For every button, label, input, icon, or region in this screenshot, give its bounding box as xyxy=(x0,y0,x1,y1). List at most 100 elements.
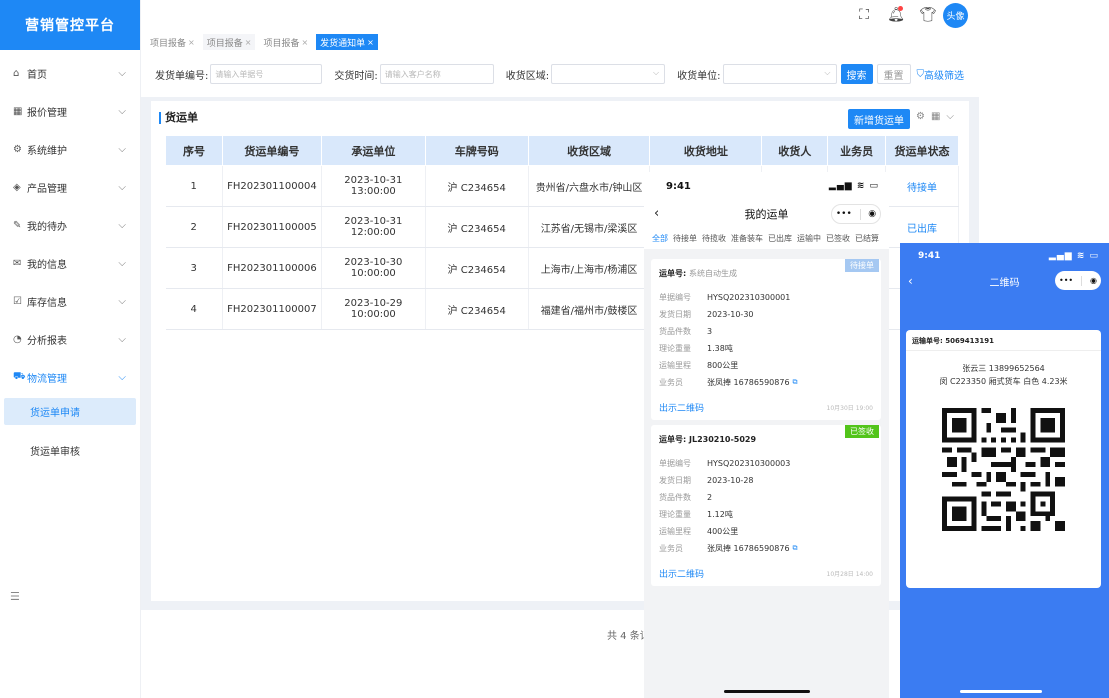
field-row: 单据编号 HYSQ202310300001 xyxy=(659,289,798,306)
chevron-down-icon: ⌵ xyxy=(118,295,126,307)
settings-icon[interactable]: ⚙ xyxy=(916,111,925,122)
tab-signed[interactable]: 已签收 xyxy=(826,233,850,244)
sidebar-item-label: 产品管理 xyxy=(27,183,67,195)
tab-in-transit[interactable]: 运输中 xyxy=(797,233,821,244)
divider xyxy=(906,350,1101,351)
cell-status[interactable]: 待接单 xyxy=(885,165,959,207)
tab-project-report[interactable]: 项目报备 × xyxy=(259,34,312,50)
copy-icon[interactable]: ⧉ xyxy=(793,378,798,387)
fullscreen-icon[interactable]: ⛶ xyxy=(855,6,873,24)
miniapp-capsule[interactable]: ••• ◉ xyxy=(831,204,881,224)
field-row: 运输里程 800公里 xyxy=(659,357,798,374)
close-icon[interactable]: × xyxy=(301,38,308,47)
cell-no: 2 xyxy=(165,206,223,248)
receiver-info: 张云三 13899652564 xyxy=(962,364,1045,373)
tab-all[interactable]: 全部 xyxy=(652,233,668,244)
tab-settled[interactable]: 已结算 xyxy=(855,233,879,244)
chevron-down-icon: ⌵ xyxy=(118,219,126,231)
phone-qr-code: 9:41 ▂▄▆ ≋ ▭ ‹ 二维码 ••• ◉ 运输单号: 506941319… xyxy=(900,243,1109,698)
bell-icon[interactable]: 🔔︎ xyxy=(887,6,905,24)
tab-project-report[interactable]: 项目报备 × xyxy=(202,34,256,50)
reset-button[interactable]: 重置 xyxy=(876,64,911,84)
filter-label: 发货单编号: xyxy=(155,70,209,82)
capsule-divider xyxy=(859,208,861,220)
field-value: 2023-10-28 xyxy=(707,476,754,485)
tab-shipped[interactable]: 已出库 xyxy=(768,233,792,244)
cell-region: 贵州省/六盘水市/钟山区 xyxy=(528,165,651,207)
field-value: HYSQ202310300001 xyxy=(707,293,791,302)
close-icon[interactable]: × xyxy=(245,38,252,47)
close-target-icon[interactable]: ◉ xyxy=(1090,276,1097,285)
filter-icon: ⛉ xyxy=(916,68,925,80)
column-header: 收货人 xyxy=(761,135,829,166)
miniapp-capsule[interactable]: ••• ◉ xyxy=(1055,271,1101,290)
close-icon[interactable]: × xyxy=(188,38,195,47)
sidebar-item-system[interactable]: ⚙ 系统维护 ⌵ xyxy=(0,130,140,168)
sidebar-item-inventory[interactable]: ☑ 库存信息 ⌵ xyxy=(0,282,140,320)
tab-project-report[interactable]: 项目报备 × xyxy=(146,34,199,50)
chevron-up-icon: ⌵ xyxy=(118,371,126,383)
advanced-filter-link[interactable]: ⛉ 高级筛选 xyxy=(917,67,965,82)
status-time: 9:41 xyxy=(666,180,691,192)
add-waybill-button[interactable]: 新增货运单 xyxy=(848,109,910,129)
shirt-icon[interactable]: 👕︎ xyxy=(919,6,937,24)
field-value: 1.12吨 xyxy=(707,510,733,519)
sidebar-item-product[interactable]: ◈ 产品管理 ⌵ xyxy=(0,168,140,206)
waybill-number: 运输单号: 5069413191 xyxy=(912,337,994,345)
sidebar-item-label: 我的信息 xyxy=(27,259,67,271)
search-button[interactable]: 搜索 xyxy=(840,64,873,84)
columns-icon[interactable]: ▦ xyxy=(931,111,940,122)
close-target-icon[interactable]: ◉ xyxy=(868,209,876,219)
tab-pending[interactable]: 待接单 xyxy=(673,233,697,244)
home-indicator xyxy=(960,690,1042,693)
tab-loading[interactable]: 准备装车 xyxy=(731,233,763,244)
sidebar-subitem-waybill-apply[interactable]: 货运单申请 xyxy=(4,398,136,425)
menu-collapse-icon[interactable]: ☰ xyxy=(10,590,20,603)
sidebar-item-messages[interactable]: ✉ 我的信息 ⌵ xyxy=(0,244,140,282)
column-header: 收货区域 xyxy=(527,135,651,166)
sidebar-item-reports[interactable]: ◔ 分析报表 ⌵ xyxy=(0,320,140,358)
sidebar-item-logistics[interactable]: ⛟ 物流管理 ⌵ xyxy=(0,358,140,396)
delivery-time-input[interactable]: 请输入客户名称 xyxy=(379,64,494,84)
field-row: 理论重量 1.12吨 xyxy=(659,506,798,523)
close-icon[interactable]: × xyxy=(367,38,374,47)
field-key: 业务员 xyxy=(659,378,683,387)
order-number-input[interactable]: 请输入单据号 xyxy=(210,64,323,84)
show-qr-link[interactable]: 出示二维码 xyxy=(659,401,704,414)
chart-icon: ◔ xyxy=(13,333,22,345)
tab-pickup[interactable]: 待揽收 xyxy=(702,233,726,244)
chevron-down-icon: ⌵ xyxy=(118,257,126,269)
phone-page-title: 二维码 xyxy=(989,277,1020,289)
sidebar-item-label: 我的待办 xyxy=(27,221,67,233)
more-icon[interactable]: ••• xyxy=(1059,276,1073,285)
tab-label: 发货通知单 xyxy=(320,38,366,49)
field-key: 理论重量 xyxy=(659,344,691,353)
waybill-card[interactable]: 运单号: JL230210-5029 已签收 单据编号 HYSQ202310300… xyxy=(651,425,881,586)
cell-status[interactable]: 已出库 xyxy=(885,206,959,248)
waybill-id-value: 系统自动生成 xyxy=(689,269,737,278)
back-icon[interactable]: ‹ xyxy=(908,274,913,288)
show-qr-link[interactable]: 出示二维码 xyxy=(659,567,704,580)
filter-bar: 发货单编号: 请输入单据号 交货时间: 请输入客户名称 收货区域: ⌵ 收货单位… xyxy=(141,51,979,97)
cell-carrier: 2023-10-29 10:00:00 xyxy=(321,288,426,330)
chevron-down-icon: ⌵ xyxy=(118,181,126,193)
copy-icon[interactable]: ⧉ xyxy=(793,544,798,553)
sidebar-item-quote[interactable]: ▦ 报价管理 ⌵ xyxy=(0,92,140,130)
tab-shipping-notice[interactable]: 发货通知单 × xyxy=(316,34,378,50)
field-value: 1.38吨 xyxy=(707,344,733,353)
cell-no: 1 xyxy=(165,165,223,207)
region-select[interactable]: ⌵ xyxy=(551,64,666,84)
home-indicator xyxy=(724,690,810,693)
chevron-down-icon[interactable]: ⌵ xyxy=(946,111,954,122)
sidebar-item-home[interactable]: ⌂ 首页 ⌵ xyxy=(0,54,140,92)
avatar[interactable]: 头像 xyxy=(943,3,968,28)
waybill-card[interactable]: 运单号: 系统自动生成 待接单 单据编号 HYSQ202310300001 发货日… xyxy=(651,259,881,420)
back-icon[interactable]: ‹ xyxy=(654,206,659,221)
phone-status-bar: 9:41 ▂▄▆ ≋ ▭ xyxy=(644,172,889,200)
app-logo-title: 营销管控平台 xyxy=(0,0,140,50)
waybill-fields: 单据编号 HYSQ202310300001 发货日期 2023-10-30 货品件数… xyxy=(659,289,798,391)
sidebar-subitem-waybill-review[interactable]: 货运单审核 xyxy=(4,433,136,467)
more-icon[interactable]: ••• xyxy=(836,209,852,219)
sidebar-item-todo[interactable]: ✎ 我的待办 ⌵ xyxy=(0,206,140,244)
receiver-unit-select[interactable]: ⌵ xyxy=(722,64,837,84)
